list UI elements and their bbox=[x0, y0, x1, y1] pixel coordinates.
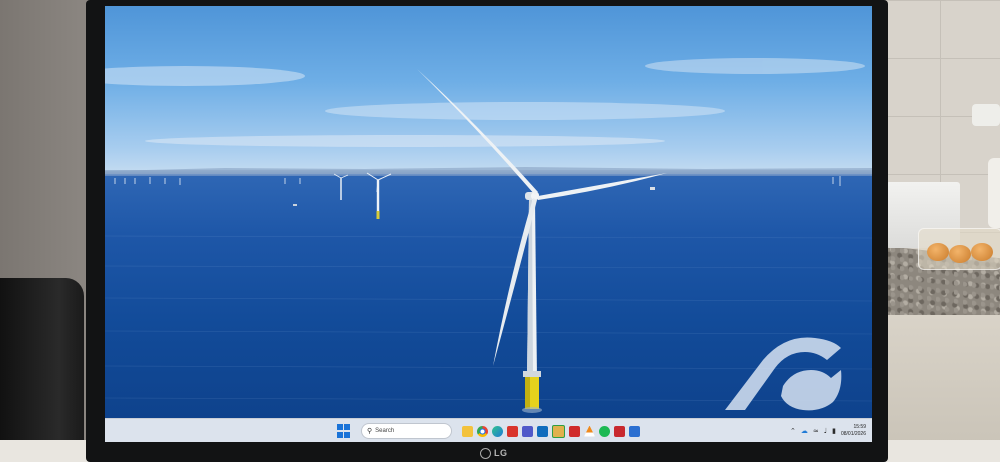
monitor-brand-logo: LG bbox=[480, 446, 520, 460]
mid-turbine bbox=[333, 173, 349, 200]
room-background: ⚲ Search ⌃ ☁ ≈ ♩ ▮ 15:59 08/01/2026 LG bbox=[0, 0, 1000, 462]
taskbar-clock[interactable]: 15:59 08/01/2026 bbox=[841, 424, 866, 438]
clock-date: 08/01/2026 bbox=[840, 431, 866, 437]
clouds bbox=[105, 58, 865, 147]
office-chair bbox=[0, 278, 84, 462]
app-blue-icon[interactable] bbox=[629, 425, 640, 437]
cloud-icon[interactable]: ☁ bbox=[801, 427, 808, 435]
chrome-icon[interactable] bbox=[477, 425, 488, 437]
fruit bbox=[971, 243, 993, 261]
app-red-icon[interactable] bbox=[507, 425, 518, 437]
main-turbine bbox=[417, 69, 667, 413]
spotify-icon[interactable] bbox=[599, 425, 610, 437]
distant-turbines bbox=[114, 176, 841, 186]
fruit bbox=[927, 243, 949, 261]
taskbar: ⚲ Search ⌃ ☁ ≈ ♩ ▮ 15:59 08/01/2026 bbox=[105, 418, 872, 442]
fruit bbox=[949, 245, 971, 263]
monitor-brand-text: LG bbox=[494, 448, 508, 458]
battery-icon[interactable]: ▮ bbox=[832, 427, 836, 435]
volume-icon[interactable]: ♩ bbox=[824, 427, 827, 435]
edge-icon[interactable] bbox=[492, 425, 503, 437]
taskbar-apps: ⚲ Search bbox=[337, 421, 640, 441]
brand-watermark-logo bbox=[725, 337, 842, 411]
near-turbine-left bbox=[366, 172, 392, 219]
fruit-container bbox=[918, 228, 1000, 270]
search-label: Search bbox=[375, 428, 395, 434]
boat bbox=[650, 187, 655, 190]
search-box[interactable]: ⚲ Search bbox=[361, 423, 452, 439]
paper-towel bbox=[988, 158, 1000, 228]
vlc-icon[interactable] bbox=[584, 425, 595, 437]
file-explorer-icon[interactable] bbox=[462, 425, 473, 437]
lg-circle-icon bbox=[480, 447, 491, 459]
teams-icon[interactable] bbox=[522, 425, 533, 437]
pdf-icon[interactable] bbox=[614, 425, 625, 437]
distant-coast bbox=[105, 167, 872, 174]
system-tray: ⌃ ☁ ≈ ♩ ▮ 15:59 08/01/2026 bbox=[790, 421, 866, 441]
windows-start-button[interactable] bbox=[337, 424, 351, 438]
acrobat-icon[interactable] bbox=[569, 425, 580, 437]
monitor-screen: ⚲ Search ⌃ ☁ ≈ ♩ ▮ 15:59 08/01/2026 bbox=[105, 6, 872, 442]
search-icon: ⚲ bbox=[367, 428, 373, 435]
chevron-up-icon[interactable]: ⌃ bbox=[790, 427, 796, 435]
outlook-icon[interactable] bbox=[537, 425, 548, 437]
clock-time: 15:59 bbox=[853, 424, 866, 430]
wall-socket bbox=[972, 104, 1000, 126]
boat bbox=[293, 204, 297, 206]
wifi-icon[interactable]: ≈ bbox=[813, 427, 819, 435]
photos-icon[interactable] bbox=[552, 424, 565, 438]
